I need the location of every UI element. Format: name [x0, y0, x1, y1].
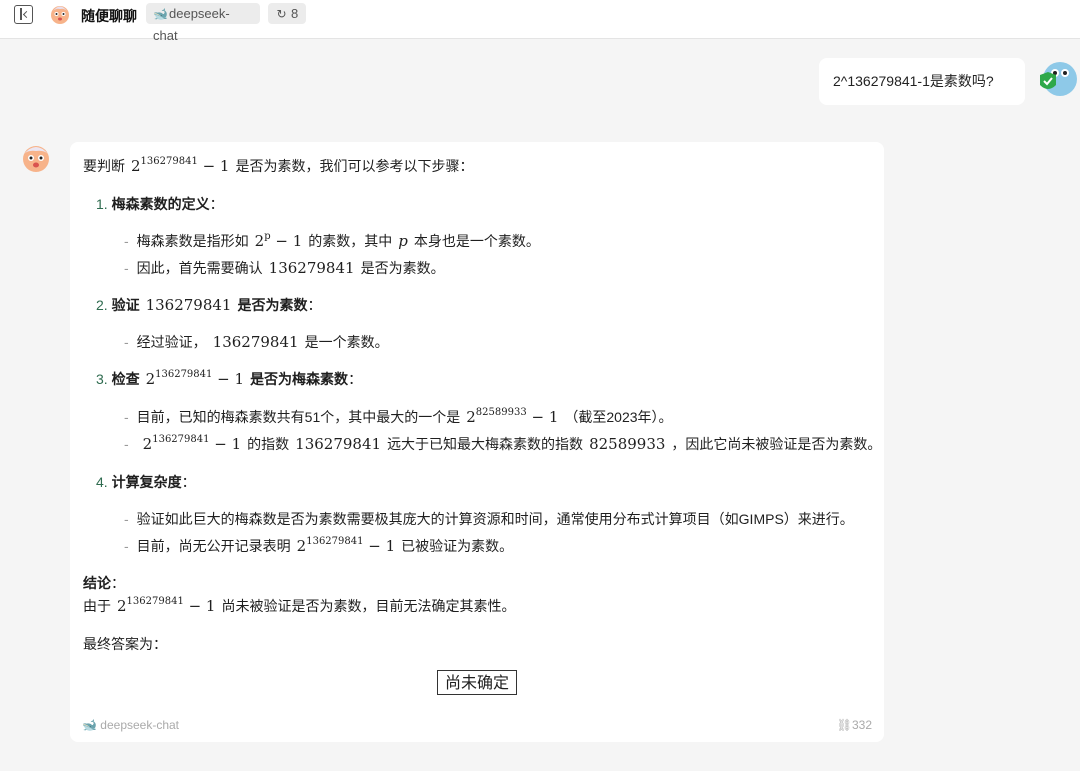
user-message-row: 2^136279841-1是素数吗?: [0, 57, 1080, 117]
conclusion-heading: 结论：: [83, 575, 125, 591]
math-expression: 2136279841 − 1: [131, 156, 230, 175]
history-chip[interactable]: ↻ 8: [268, 3, 306, 24]
bot-avatar: [23, 146, 49, 172]
step-3-bullet-1: - 目前，已知的梅森素数共有51个，其中最大的一个是 282589933 − 1 （截…: [124, 407, 673, 426]
assistant-answer-card: 要判断 2136279841 − 1 是否为素数，我们可以参考以下步骤： 1. 梅森…: [70, 142, 884, 742]
step-4-heading: 4. 计算复杂度：: [96, 474, 196, 490]
footer-model-label: deepseek-chat: [100, 718, 180, 732]
footer-tokens: ⛓332: [837, 718, 872, 732]
whale-icon: 🐋: [82, 718, 97, 732]
intro-line: 要判断 2136279841 − 1 是否为素数，我们可以参考以下步骤：: [83, 156, 473, 176]
user-message-bubble: 2^136279841-1是素数吗?: [819, 58, 1025, 105]
chat-title: 随便聊聊: [81, 8, 137, 24]
history-count: 8: [291, 6, 299, 21]
whale-icon: 🐋: [153, 7, 168, 21]
step-1-heading: 1. 梅森素数的定义：: [96, 196, 224, 212]
token-count: 332: [851, 718, 872, 732]
final-answer-label: 最终答案为：: [83, 636, 167, 652]
step-3-heading: 3. 检查 2136279841 − 1 是否为梅森素数：: [96, 369, 363, 388]
model-chip[interactable]: 🐋deepseek-chat: [146, 3, 260, 43]
intro-text: 要判断: [83, 158, 125, 174]
intro-text: 是否为素数，我们可以参考以下步骤：: [235, 158, 474, 174]
user-avatar: [1040, 62, 1077, 96]
step-2-bullet-1: - 经过验证， 136279841 是一个素数。: [124, 333, 389, 351]
bot-avatar-icon: [51, 6, 69, 24]
step-2-heading: 2. 验证 136279841 是否为素数：: [96, 296, 322, 314]
footer-model: 🐋 deepseek-chat: [82, 718, 179, 732]
step-4-bullet-1: - 验证如此巨大的梅森数是否为素数需要极其庞大的计算资源和时间，通常使用分布式计算…: [124, 511, 854, 527]
step-1-bullet-2: - 因此，首先需要确认 136279841 是否为素数。: [124, 259, 445, 277]
top-bar: 随便聊聊 🐋deepseek-chat ↻ 8: [0, 0, 1080, 43]
sidebar-toggle-icon[interactable]: [14, 5, 33, 24]
step-1-bullet-1: - 梅森素数是指形如 2p − 1 的素数，其中 p 本身也是一个素数。: [124, 231, 540, 250]
step-3-bullet-2: -2136279841 − 1 的指数 136279841 远大于已知最大梅森素数的指…: [124, 434, 882, 453]
step-4-bullet-2: - 目前，尚无公开记录表明 2136279841 − 1 已被验证为素数。: [124, 536, 514, 555]
conclusion-text: 由于 2136279841 − 1 尚未被验证是否为素数，目前无法确定其素性。: [83, 596, 516, 615]
token-icon: ⛓: [836, 718, 852, 732]
final-answer-box: 尚未确定: [437, 670, 517, 695]
history-icon: ↻: [276, 7, 287, 21]
